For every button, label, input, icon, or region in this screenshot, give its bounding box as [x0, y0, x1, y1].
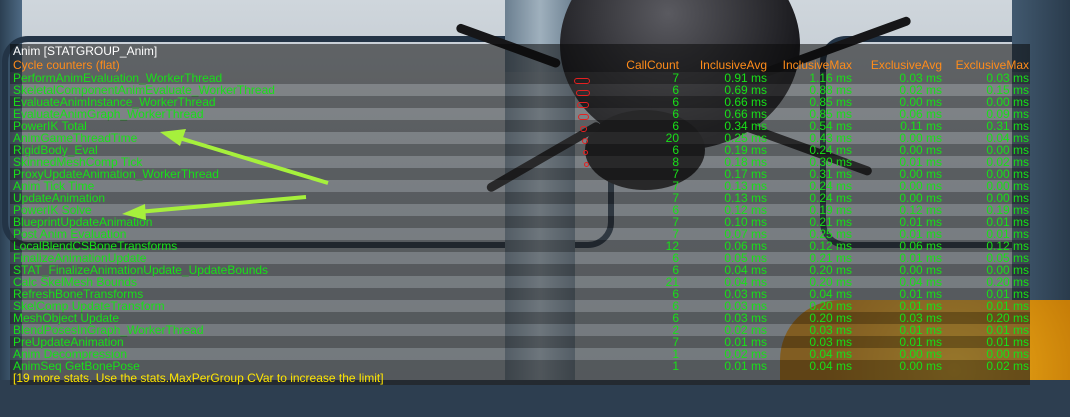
column-header-row: Cycle counters (flat) CallCount Inclusiv…: [10, 58, 1030, 72]
stat-row: Calc SkelMesh Bounds 21 0.04 ms 0.20 ms 0.04…: [10, 276, 1030, 288]
stat-row: Anim Tick Time 7 0.13 ms 0.24 ms 0.00 ms 0.00…: [10, 180, 1030, 192]
stat-exclusive-max: 0.02 ms: [986, 359, 1029, 373]
stat-row: PowerIK Total 6 0.34 ms 0.54 ms 0.11 ms 0.31 …: [10, 120, 1030, 132]
histogram-marker: [574, 78, 590, 84]
histogram-marker: [580, 126, 587, 132]
stat-row: BlendPosesInGraph_WorkerThread 2 0.02 ms 0.…: [10, 324, 1030, 336]
stat-row: STAT_FinalizeAnimationUpdate_UpdateBound…: [10, 264, 1030, 276]
stat-row: AnimGameThreadTime 20 0.25 ms 0.43 ms 0.00 m…: [10, 132, 1030, 144]
histogram-marker: [576, 90, 590, 96]
stat-row: LocalBlendCSBoneTransforms 12 0.06 ms 0.12 …: [10, 240, 1030, 252]
stat-row: RigidBody_Eval 6 0.19 ms 0.24 ms 0.00 ms 0.00…: [10, 144, 1030, 156]
stat-name: AnimSeq GetBonePose: [13, 359, 140, 373]
stat-row: SkelComp UpdateTransform 6 0.03 ms 0.20 ms 0…: [10, 300, 1030, 312]
histogram-marker: [577, 102, 589, 108]
stat-inclusive-max: 0.04 ms: [809, 359, 852, 373]
column-header-inclusive-avg: InclusiveAvg: [699, 58, 767, 72]
stat-anim-panel: Anim [STATGROUP_Anim] Cycle counters (fl…: [10, 44, 1030, 385]
column-header-inclusive-max: InclusiveMax: [782, 58, 852, 72]
floor: [0, 380, 1070, 417]
stat-row: BlueprintUpdateAnimation 7 0.10 ms 0.21 ms 0…: [10, 216, 1030, 228]
stat-row: PowerIK Solve 6 0.12 ms 0.19 ms 0.12 ms 0.19 …: [10, 204, 1030, 216]
stat-row: AnimSeq GetBonePose 1 0.01 ms 0.04 ms 0.00 m…: [10, 360, 1030, 372]
stat-inclusive-avg: 0.01 ms: [724, 359, 767, 373]
stat-row: Anim Decompression 1 0.02 ms 0.04 ms 0.00 ms…: [10, 348, 1030, 360]
stat-callcount: 1: [672, 359, 679, 373]
stat-row: ProxyUpdateAnimation_WorkerThread 7 0.17 m…: [10, 168, 1030, 180]
section-label: Cycle counters (flat): [13, 58, 120, 72]
column-header-exclusive-max: ExclusiveMax: [955, 58, 1029, 72]
histogram-marker: [582, 138, 588, 144]
histogram-marker: [584, 162, 589, 167]
stat-row: UpdateAnimation 7 0.13 ms 0.24 ms 0.00 ms 0.0…: [10, 192, 1030, 204]
stat-row: PreUpdateAnimation 7 0.01 ms 0.03 ms 0.01 ms…: [10, 336, 1030, 348]
column-header-callcount: CallCount: [626, 58, 679, 72]
stat-rows: PerformAnimEvaluation_WorkerThread 7 0.91 …: [10, 72, 1030, 372]
stat-row: EvaluateAnimGraph_WorkerThread 6 0.66 ms 0.…: [10, 108, 1030, 120]
column-header-exclusive-avg: ExclusiveAvg: [870, 58, 942, 72]
more-stats-footer: [19 more stats. Use the stats.MaxPerGrou…: [10, 372, 1030, 385]
histogram-marker: [578, 114, 589, 120]
histogram-marker: [583, 150, 588, 155]
stat-group-title: Anim [STATGROUP_Anim]: [10, 44, 1030, 58]
stat-exclusive-avg: 0.00 ms: [899, 359, 942, 373]
